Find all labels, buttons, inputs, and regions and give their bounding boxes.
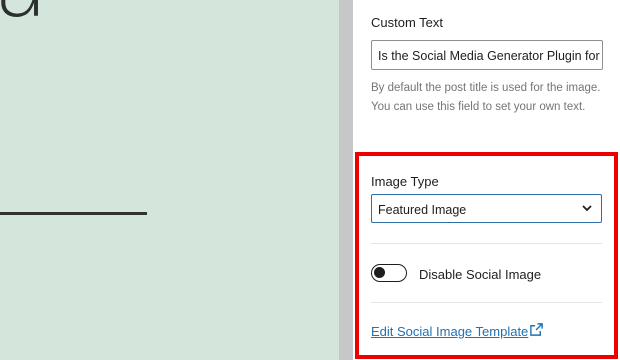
custom-text-help: By default the post title is used for th… [371,82,601,113]
image-preview: a [0,0,339,360]
panel-divider [339,0,353,360]
preview-glyph: a [0,0,48,30]
external-link-icon[interactable] [529,322,544,337]
image-type-label: Image Type [371,174,439,189]
image-type-select[interactable]: Featured Image [371,194,602,223]
section-divider [371,302,602,303]
disable-social-image-label: Disable Social Image [419,267,542,282]
image-type-value: Featured Image [378,203,467,217]
toggle-knob [374,267,385,278]
settings-sidebar: Custom Text Is the Social Media Generato… [353,0,620,360]
disable-social-image-toggle[interactable] [371,264,407,282]
custom-text-value: Is the Social Media Generator Plugin for [378,49,600,63]
section-divider [371,243,602,244]
custom-text-label: Custom Text [371,15,444,30]
preview-underline [0,212,147,215]
edit-template-link[interactable]: Edit Social Image Template [371,324,528,339]
chevron-down-icon [582,205,592,212]
custom-text-input[interactable]: Is the Social Media Generator Plugin for [371,40,603,70]
